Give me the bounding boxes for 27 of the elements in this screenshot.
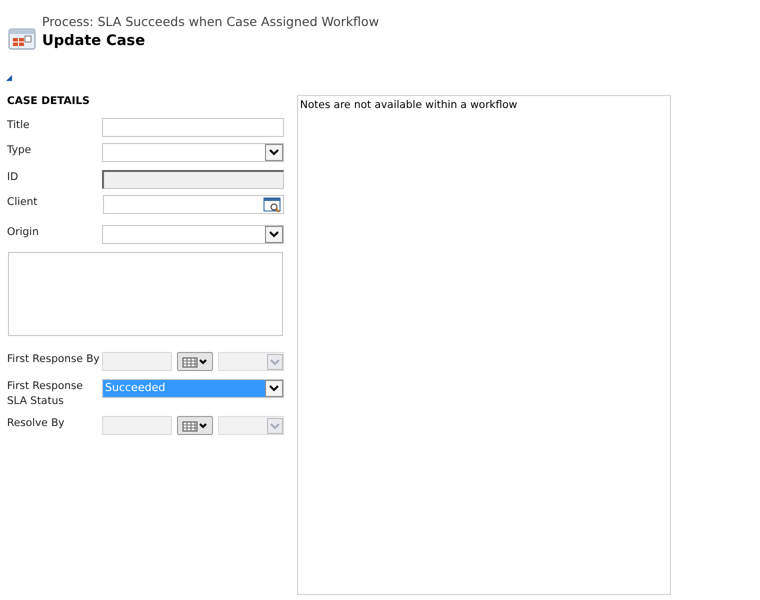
calendar-button[interactable] [177, 416, 213, 435]
process-name: Process: SLA Succeeds when Case Assigned Workflow [42, 14, 379, 29]
dropdown-caret-icon[interactable] [265, 226, 283, 243]
dropdown-field[interactable]: Succeeded [102, 379, 284, 398]
description-field[interactable] [8, 252, 283, 336]
field-label: Client [6, 195, 38, 210]
lookup-field[interactable] [103, 195, 284, 214]
page-title: Update Case [42, 33, 146, 49]
field-label: ID [6, 170, 20, 185]
field-label: First Response SLA Status [6, 379, 84, 409]
notes-message: Notes are not available within a workflow [300, 99, 518, 111]
field-label: First Response By [6, 352, 101, 367]
field-label: Type [6, 143, 32, 158]
dropdown-field[interactable] [102, 225, 284, 244]
collapse-icon[interactable] [6, 75, 12, 81]
dropdown-field[interactable] [102, 143, 284, 162]
dropdown-caret-icon[interactable] [265, 144, 283, 161]
text-field[interactable] [102, 118, 284, 137]
calendar-button[interactable] [177, 352, 213, 371]
lookup-icon[interactable] [263, 196, 283, 214]
field-label: Origin [6, 225, 40, 240]
readonly-field[interactable] [102, 170, 284, 189]
section-heading: CASE DETAILS [7, 95, 91, 108]
form-icon [8, 28, 36, 52]
field-label: Title [6, 118, 31, 133]
dropdown-caret-icon[interactable] [265, 380, 283, 397]
field-label: Resolve By [6, 416, 66, 431]
